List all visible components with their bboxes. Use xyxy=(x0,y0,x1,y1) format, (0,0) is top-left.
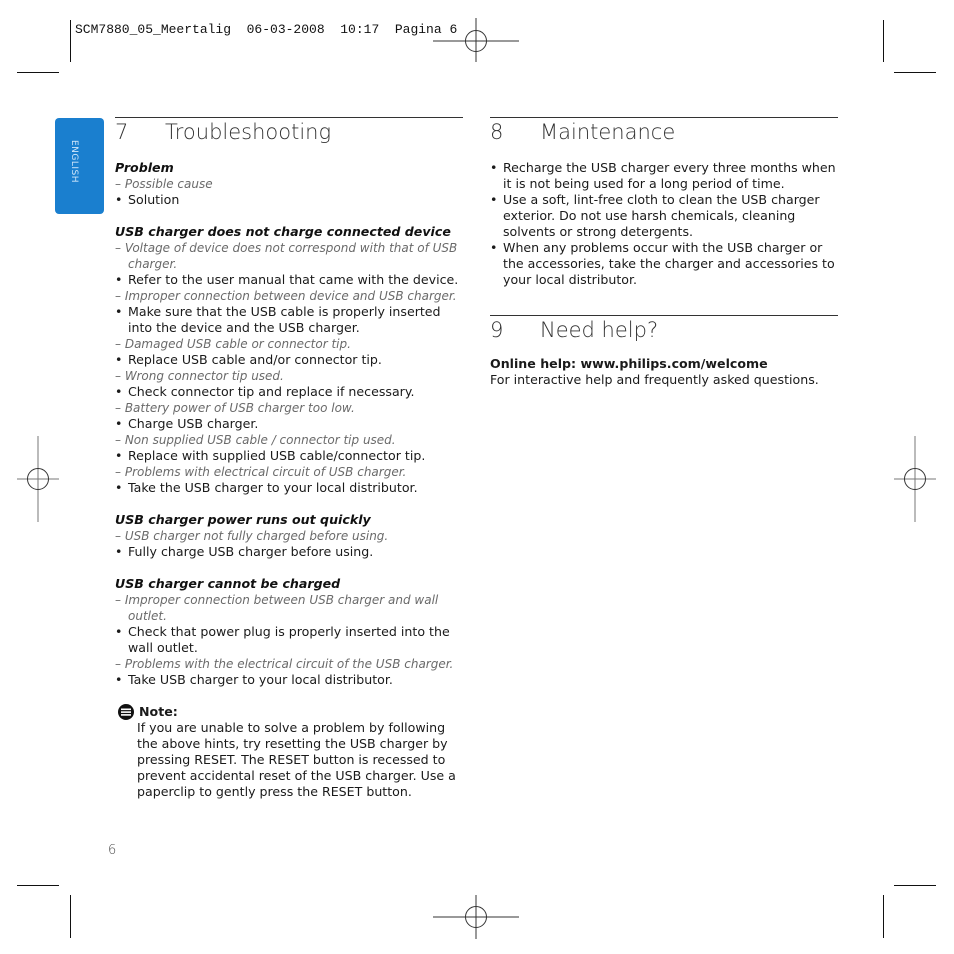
legend-cause: Possible cause xyxy=(115,176,465,192)
solution-text: Replace USB cable and/or connector tip. xyxy=(128,352,382,367)
page-number: 6 xyxy=(108,843,117,858)
registration-mark-icon xyxy=(433,18,519,62)
possible-cause: Battery power of USB charger too low. xyxy=(115,400,465,416)
section-divider xyxy=(115,117,463,118)
maintenance-item: • Use a soft, lint-free cloth to clean th… xyxy=(490,192,838,240)
help-content: Online help: www.philips.com/welcome For… xyxy=(490,356,838,388)
bullet-icon: • xyxy=(115,480,123,495)
bullet-icon: • xyxy=(115,384,123,399)
section-title: Troubleshooting xyxy=(165,120,332,144)
bullet-icon: • xyxy=(115,544,123,559)
section-heading-help: 9 Need help? xyxy=(490,318,658,342)
possible-cause: Improper connection between device and U… xyxy=(115,288,465,304)
solution-text: Make sure that the USB cable is properly… xyxy=(128,304,441,335)
section-number: 7 xyxy=(115,120,129,144)
bullet-icon: • xyxy=(115,416,123,431)
print-slug: SCM7880_05_Meertalig 06-03-2008 10:17 Pa… xyxy=(75,22,458,37)
problem-heading: USB charger power runs out quickly xyxy=(115,512,371,527)
solution-text: Take USB charger to your local distribut… xyxy=(128,672,393,687)
maintenance-list: • Recharge the USB charger every three mo… xyxy=(490,160,838,288)
possible-cause: Voltage of device does not correspond wi… xyxy=(115,240,465,272)
solution: • Charge USB charger. xyxy=(115,416,465,432)
troubleshooting-content: Problem Possible cause •Solution USB cha… xyxy=(115,160,465,800)
section-divider xyxy=(490,315,838,316)
crop-mark xyxy=(894,72,936,73)
section-divider xyxy=(490,117,838,118)
bullet-icon: • xyxy=(115,352,123,367)
solution: • Refer to the user manual that came with… xyxy=(115,272,465,288)
solution: • Take USB charger to your local distribu… xyxy=(115,672,465,688)
solution-text: Fully charge USB charger before using. xyxy=(128,544,374,559)
possible-cause: Wrong connector tip used. xyxy=(115,368,465,384)
solution-text: Take the USB charger to your local distr… xyxy=(128,480,418,495)
crop-mark xyxy=(883,20,884,62)
problem-heading: USB charger does not charge connected de… xyxy=(115,224,451,239)
language-tab-label: ENGLISH xyxy=(69,140,79,184)
solution-text: Replace with supplied USB cable/connecto… xyxy=(128,448,426,463)
section-heading-maintenance: 8 Maintenance xyxy=(490,120,675,144)
legend-solution: • Solution xyxy=(115,192,180,207)
bullet-icon: • xyxy=(115,672,123,687)
possible-cause: Non supplied USB cable / connector tip u… xyxy=(115,432,465,448)
solution-text: Refer to the user manual that came with … xyxy=(128,272,459,287)
section-title: Need help? xyxy=(540,318,659,342)
crop-mark xyxy=(70,895,71,938)
note-icon xyxy=(118,704,134,720)
registration-mark-icon xyxy=(433,895,519,939)
crop-mark xyxy=(70,20,71,62)
section-number: 8 xyxy=(490,120,504,144)
solution: • Check that power plug is properly inser… xyxy=(115,624,465,656)
legend-problem: Problem xyxy=(115,160,174,175)
crop-mark xyxy=(17,72,59,73)
online-help-text: For interactive help and frequently aske… xyxy=(490,372,819,387)
section-number: 9 xyxy=(490,318,504,342)
solution-text: Check connector tip and replace if neces… xyxy=(128,384,415,399)
possible-cause: USB charger not fully charged before usi… xyxy=(115,528,465,544)
registration-mark-icon xyxy=(894,436,936,522)
crop-mark xyxy=(883,895,884,938)
bullet-icon: • xyxy=(115,448,123,463)
possible-cause: Problems with the electrical circuit of … xyxy=(115,656,465,672)
section-heading-troubleshooting: 7 Troubleshooting xyxy=(115,120,331,144)
crop-mark xyxy=(17,885,59,886)
solution-text: Charge USB charger. xyxy=(128,416,259,431)
note-heading: Note: xyxy=(118,704,465,720)
solution: • Make sure that the USB cable is properl… xyxy=(115,304,465,336)
maintenance-item: • Recharge the USB charger every three mo… xyxy=(490,160,838,192)
bullet-icon: • xyxy=(115,304,123,319)
maintenance-item-text: When any problems occur with the USB cha… xyxy=(503,240,835,287)
crop-mark xyxy=(894,885,936,886)
note-text: If you are unable to solve a problem by … xyxy=(137,720,456,799)
bullet-icon: • xyxy=(115,272,123,287)
maintenance-item-text: Recharge the USB charger every three mon… xyxy=(503,160,836,191)
registration-mark-icon xyxy=(17,436,59,522)
note-label: Note: xyxy=(139,704,178,719)
online-help-link[interactable]: Online help: www.philips.com/welcome xyxy=(490,356,838,372)
section-title: Maintenance xyxy=(540,120,676,144)
solution: • Take the USB charger to your local dist… xyxy=(115,480,465,496)
maintenance-item: • When any problems occur with the USB ch… xyxy=(490,240,838,288)
bullet-icon: • xyxy=(490,240,498,255)
problem-heading: USB charger cannot be charged xyxy=(115,576,341,591)
solution: • Check connector tip and replace if nece… xyxy=(115,384,465,400)
bullet-icon: • xyxy=(490,192,498,207)
problem-groups: USB charger does not charge connected de… xyxy=(115,224,465,688)
possible-cause: Improper connection between USB charger … xyxy=(115,592,465,624)
language-tab: ENGLISH xyxy=(55,118,104,214)
solution: • Replace USB cable and/or connector tip. xyxy=(115,352,465,368)
maintenance-item-text: Use a soft, lint-free cloth to clean the… xyxy=(503,192,820,239)
solution-text: Check that power plug is properly insert… xyxy=(128,624,450,655)
solution: • Fully charge USB charger before using. xyxy=(115,544,465,560)
possible-cause: Problems with electrical circuit of USB … xyxy=(115,464,465,480)
solution: • Replace with supplied USB cable/connect… xyxy=(115,448,465,464)
bullet-icon: • xyxy=(115,624,123,639)
possible-cause: Damaged USB cable or connector tip. xyxy=(115,336,465,352)
bullet-icon: • xyxy=(490,160,498,175)
